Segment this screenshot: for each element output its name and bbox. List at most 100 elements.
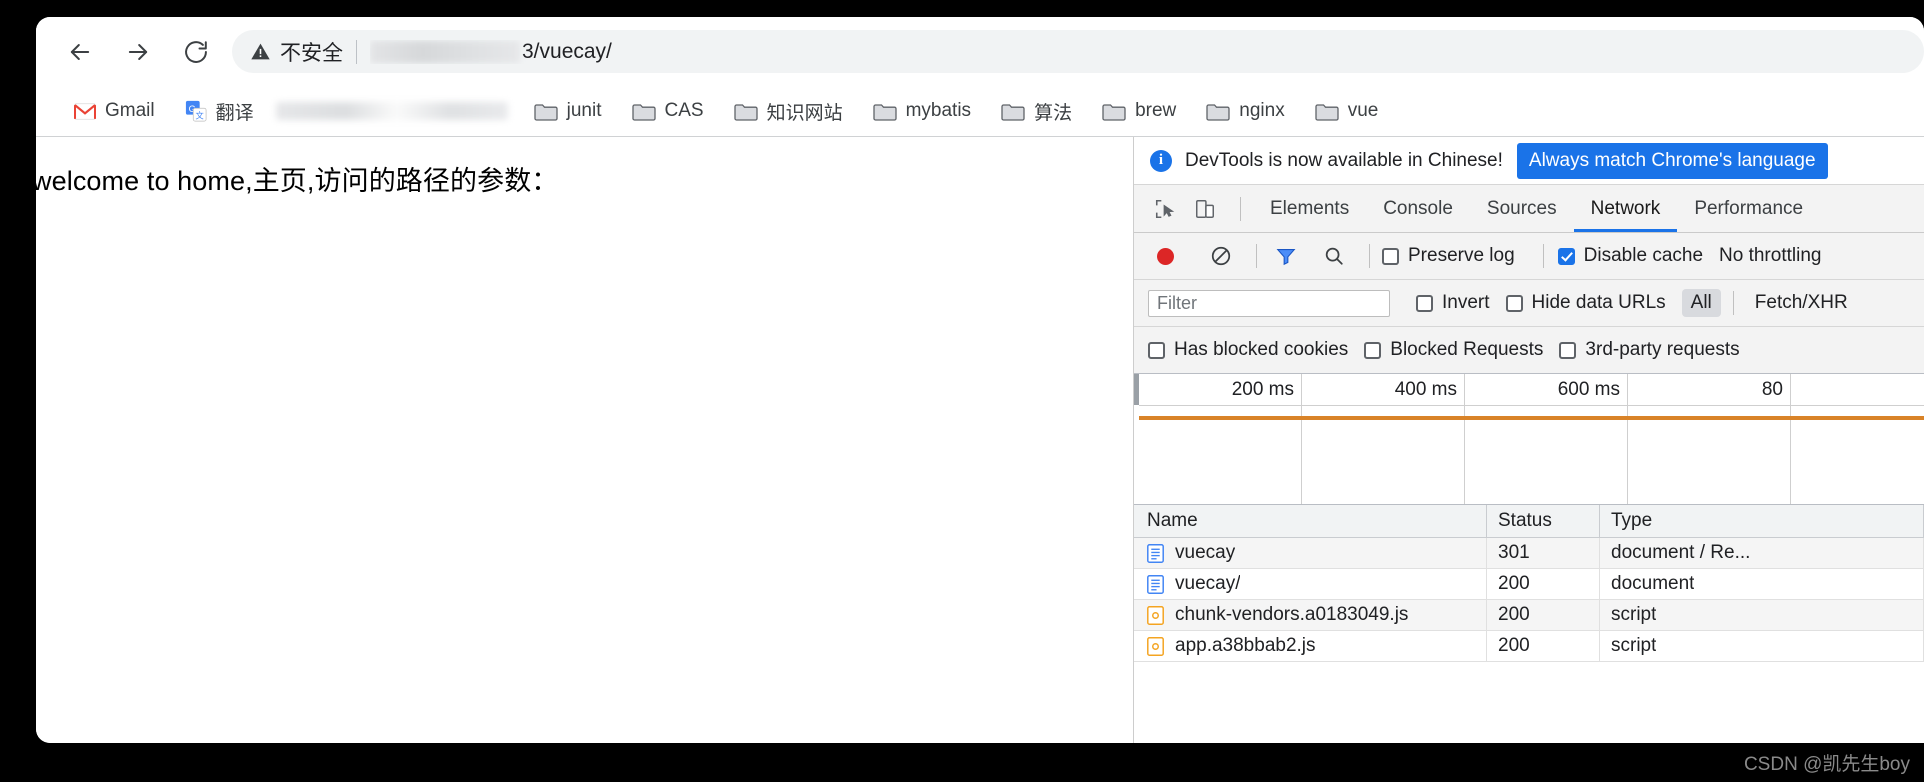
omnibox-divider xyxy=(356,39,357,64)
document-icon xyxy=(1147,574,1164,594)
tab-performance[interactable]: Performance xyxy=(1677,186,1820,232)
table-row[interactable]: app.a38bbab2.js 200 script xyxy=(1134,631,1924,662)
bookmark-redacted-block[interactable] xyxy=(275,102,508,120)
folder-icon xyxy=(733,102,758,121)
tab-sources[interactable]: Sources xyxy=(1470,186,1574,232)
back-button[interactable] xyxy=(58,30,102,74)
preserve-log-toggle[interactable]: Preserve log xyxy=(1382,245,1515,267)
request-name-cell[interactable]: vuecay/ xyxy=(1134,569,1487,599)
bookmark-folder-brew[interactable]: brew xyxy=(1094,93,1184,129)
overview-tick-label: 600 ms xyxy=(1557,379,1620,400)
column-header-status[interactable]: Status xyxy=(1487,505,1600,537)
info-icon: i xyxy=(1150,149,1172,172)
bookmark-label: Gmail xyxy=(105,100,155,121)
bookmark-label: nginx xyxy=(1239,100,1285,121)
has-blocked-cookies-toggle[interactable]: Has blocked cookies xyxy=(1148,339,1348,361)
overview-grid: 200 ms 400 ms 600 ms 80 xyxy=(1139,374,1924,504)
script-icon xyxy=(1147,605,1164,625)
tab-elements[interactable]: Elements xyxy=(1253,186,1366,232)
request-status-cell: 301 xyxy=(1487,538,1600,568)
invert-checkbox[interactable] xyxy=(1416,294,1433,312)
table-row[interactable]: chunk-vendors.a0183049.js 200 script xyxy=(1134,600,1924,631)
column-header-type[interactable]: Type xyxy=(1600,505,1924,537)
inspect-cursor-icon[interactable] xyxy=(1148,194,1182,224)
table-row[interactable]: vuecay 301 document / Re... xyxy=(1134,538,1924,569)
reload-button[interactable] xyxy=(174,30,218,74)
match-chrome-language-button[interactable]: Always match Chrome's language xyxy=(1516,142,1828,179)
overview-tick-cell: 200 ms xyxy=(1139,374,1302,504)
blocked-requests-toggle[interactable]: Blocked Requests xyxy=(1364,339,1543,361)
clear-no-entry-icon[interactable] xyxy=(1204,241,1238,271)
device-toolbar-icon[interactable] xyxy=(1188,194,1222,224)
column-header-name[interactable]: Name xyxy=(1134,505,1487,537)
has-blocked-cookies-checkbox[interactable] xyxy=(1148,341,1165,359)
bookmark-folder-mybatis[interactable]: mybatis xyxy=(865,93,979,129)
bookmark-gmail[interactable]: Gmail xyxy=(66,93,163,129)
blocked-requests-label: Blocked Requests xyxy=(1390,339,1544,360)
disable-cache-label: Disable cache xyxy=(1583,245,1704,266)
throttling-dropdown[interactable]: No throttling xyxy=(1719,245,1821,267)
filter-input[interactable] xyxy=(1148,289,1390,317)
page-body-text: welcome to home,主页,访问的路径的参数： xyxy=(36,166,559,196)
request-type: document xyxy=(1611,573,1695,594)
network-overview-timeline[interactable]: 200 ms 400 ms 600 ms 80 xyxy=(1134,374,1924,505)
third-party-requests-toggle[interactable]: 3rd-party requests xyxy=(1559,339,1740,361)
filter-funnel-icon[interactable] xyxy=(1269,241,1303,271)
overview-tick-label: 200 ms xyxy=(1231,379,1294,400)
request-name-cell[interactable]: vuecay xyxy=(1134,538,1487,568)
invert-toggle[interactable]: Invert xyxy=(1416,292,1490,314)
devtools-infobar: i DevTools is now available in Chinese! … xyxy=(1134,137,1924,185)
address-bar[interactable]: 不安全 3/vuecay/ xyxy=(232,30,1924,73)
viewport: welcome to home,主页,访问的路径的参数： i DevTools … xyxy=(36,136,1924,743)
request-type: script xyxy=(1611,635,1657,656)
overview-tick-cell: 80 xyxy=(1628,374,1791,504)
bookmark-label: junit xyxy=(566,100,602,121)
third-party-requests-checkbox[interactable] xyxy=(1559,341,1577,359)
search-icon[interactable] xyxy=(1317,241,1351,271)
google-translate-icon: G 文 xyxy=(185,100,207,122)
request-name: vuecay/ xyxy=(1175,573,1241,594)
hide-data-urls-toggle[interactable]: Hide data URLs xyxy=(1505,292,1666,314)
folder-icon xyxy=(872,102,897,121)
bookmark-folder-knowledge[interactable]: 知识网站 xyxy=(726,93,851,129)
request-type-cell: script xyxy=(1600,600,1924,630)
warning-triangle-icon xyxy=(250,41,271,62)
bookmark-folder-algorithms[interactable]: 算法 xyxy=(993,93,1080,129)
hide-data-urls-checkbox[interactable] xyxy=(1505,294,1523,312)
tab-console[interactable]: Console xyxy=(1366,186,1470,232)
has-blocked-cookies-label: Has blocked cookies xyxy=(1174,339,1349,360)
overview-tick-label: 80 xyxy=(1761,379,1783,400)
type-filter-all[interactable]: All xyxy=(1681,289,1721,317)
tab-network[interactable]: Network xyxy=(1573,186,1678,232)
network-filter-bar: Invert Hide data URLs All Fetch/XHR xyxy=(1134,280,1924,327)
gmail-icon xyxy=(74,102,96,120)
preserve-log-label: Preserve log xyxy=(1408,245,1515,266)
disable-cache-checkbox[interactable] xyxy=(1557,247,1575,265)
table-row[interactable]: vuecay/ 200 document xyxy=(1134,569,1924,600)
bookmark-folder-junit[interactable]: junit xyxy=(526,93,610,129)
request-name-cell[interactable]: chunk-vendors.a0183049.js xyxy=(1134,600,1487,630)
preserve-log-checkbox[interactable] xyxy=(1382,247,1399,265)
disable-cache-toggle[interactable]: Disable cache xyxy=(1557,245,1704,267)
browser-toolbar: 不安全 3/vuecay/ xyxy=(36,17,1924,86)
request-status-cell: 200 xyxy=(1487,600,1600,630)
bookmark-label: 翻译 xyxy=(215,102,254,124)
url-visible-text: 3/vuecay/ xyxy=(522,39,612,63)
controls-divider-3 xyxy=(1542,244,1544,268)
blocked-requests-checkbox[interactable] xyxy=(1364,341,1382,359)
record-dot-icon[interactable] xyxy=(1148,241,1182,271)
request-type-cell: document / Re... xyxy=(1600,538,1924,568)
controls-divider-1 xyxy=(1256,244,1257,268)
devtools-panel: i DevTools is now available in Chinese! … xyxy=(1133,137,1924,743)
bookmark-translate[interactable]: G 文 翻译 xyxy=(177,93,262,129)
forward-button[interactable] xyxy=(116,30,160,74)
type-filter-fetch-xhr[interactable]: Fetch/XHR xyxy=(1746,289,1857,317)
request-name-cell[interactable]: app.a38bbab2.js xyxy=(1134,631,1487,661)
browser-window: 不安全 3/vuecay/ Gmail G 文 翻译 junit CAS 知识网… xyxy=(36,17,1924,743)
bookmark-folder-nginx[interactable]: nginx xyxy=(1198,93,1292,129)
controls-divider-2 xyxy=(1369,244,1370,268)
bookmark-folder-cas[interactable]: CAS xyxy=(624,93,712,129)
bookmark-folder-vue[interactable]: vue xyxy=(1307,93,1387,129)
filter-divider xyxy=(1732,291,1734,315)
network-requests-table: Name Status Type vuecay 301 document / R… xyxy=(1134,505,1924,743)
